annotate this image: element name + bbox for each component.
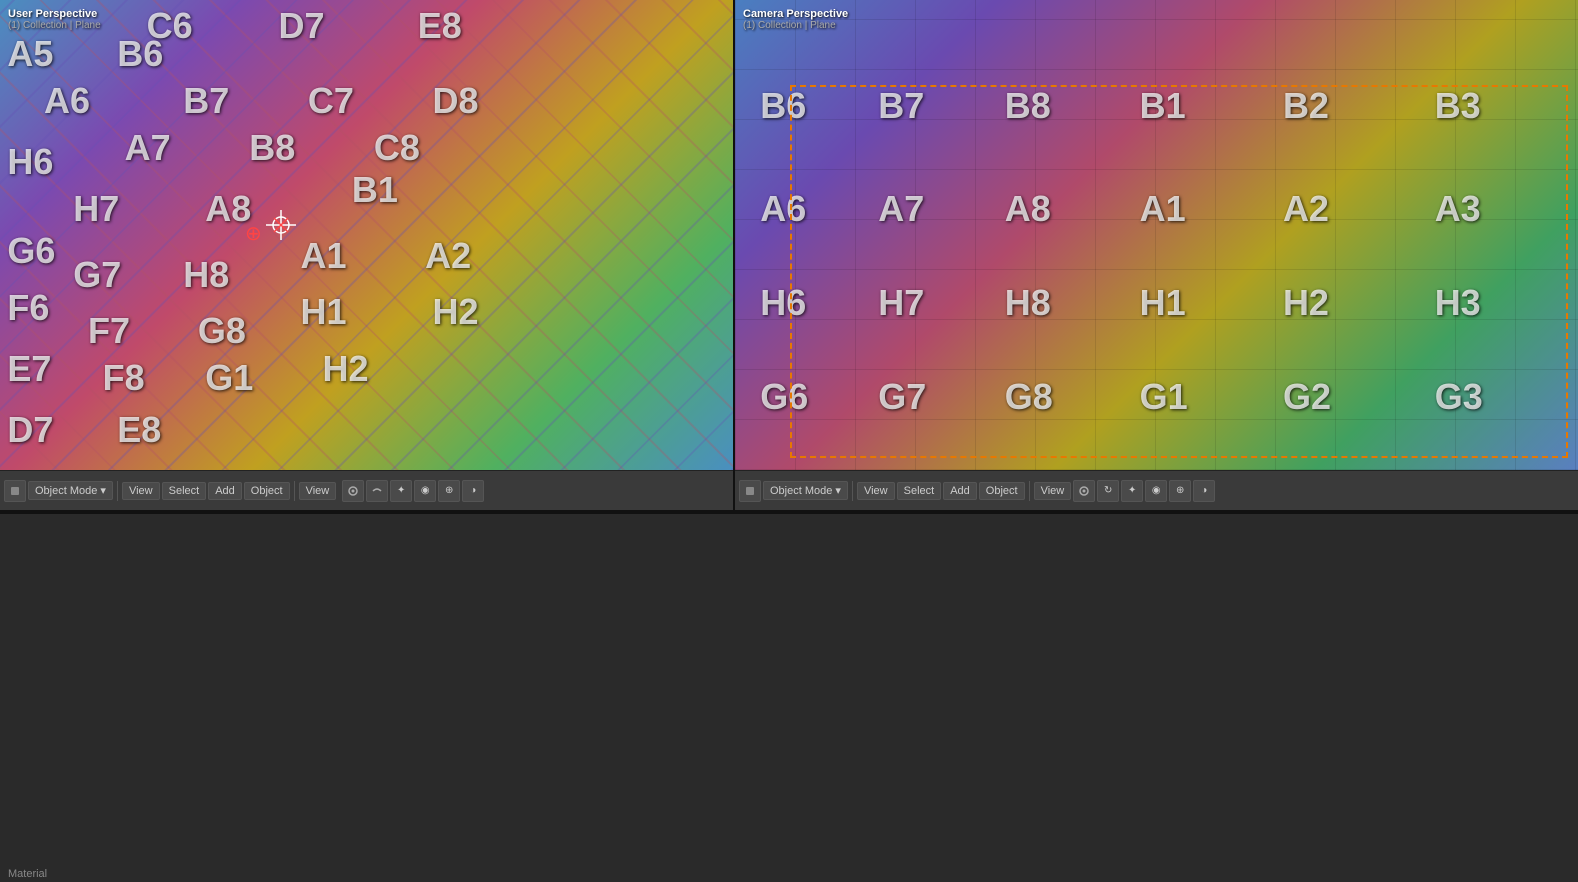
mode-label: Object Mode [35, 485, 97, 497]
add-btn-left[interactable]: Add [208, 482, 242, 500]
transform-icon[interactable]: ✦ [390, 480, 412, 502]
node-editor-footer: Material [8, 868, 47, 880]
camera-frame [790, 85, 1568, 458]
collection-label-r: (1) Collection | Plane [743, 20, 848, 31]
snap-icon[interactable] [342, 480, 364, 502]
viewport-left-bg [0, 0, 733, 470]
pivot-icon-r[interactable]: ◉ [1145, 480, 1167, 502]
object-btn-left[interactable]: Object [244, 482, 290, 500]
shading-icon-r[interactable]: ◑ [1193, 480, 1215, 502]
perspective-label: User Perspective [8, 8, 97, 20]
view-btn-left[interactable]: View [122, 482, 160, 500]
sep2 [294, 481, 295, 501]
add-btn-right[interactable]: Add [943, 482, 977, 500]
transform-icon-r[interactable]: ✦ [1121, 480, 1143, 502]
toolbar-left: Object Mode ▾ View Select Add Object Vie… [0, 470, 733, 510]
sep-r1 [852, 481, 853, 501]
perspective-label-r: Camera Perspective [743, 8, 848, 20]
mode-icon-r[interactable] [739, 480, 761, 502]
select-btn-left[interactable]: Select [162, 482, 207, 500]
object-btn-right[interactable]: Object [979, 482, 1025, 500]
viewport-right[interactable]: B6 B7 B8 B1 B2 B3 A6 A7 A8 A1 A2 A3 H6 H… [735, 0, 1578, 510]
rotate-icon-r[interactable]: ↻ [1097, 480, 1119, 502]
sep1 [117, 481, 118, 501]
mode-icon[interactable] [4, 480, 26, 502]
view-btn2-left[interactable]: View [299, 482, 337, 500]
sep-r2 [1029, 481, 1030, 501]
viewport-left-label: User Perspective (1) Collection | Plane [8, 8, 101, 31]
object-mode-dropdown[interactable]: Object Mode ▾ [28, 481, 113, 500]
shading-icon[interactable]: ◑ [462, 480, 484, 502]
footer-material-label: Material [8, 868, 47, 880]
viewport-area: C6 D7 E8 A5 B6 A6 B7 C7 D8 H6 A7 B8 C8 H… [0, 0, 1578, 510]
rotate-icon[interactable] [366, 480, 388, 502]
object-mode-dropdown-r[interactable]: Object Mode ▾ [763, 481, 848, 500]
snap-icon-r[interactable] [1073, 480, 1095, 502]
viewport-right-label: Camera Perspective (1) Collection | Plan… [743, 8, 848, 31]
3d-cursor [245, 210, 296, 246]
select-btn-right[interactable]: Select [897, 482, 942, 500]
collection-label: (1) Collection | Plane [8, 20, 101, 31]
overlays-icon[interactable]: ⊕ [438, 480, 460, 502]
node-editor[interactable]: ▼ Texture Coordinate Object Object Camer… [0, 514, 1578, 882]
viewport-left[interactable]: C6 D7 E8 A5 B6 A6 B7 C7 D8 H6 A7 B8 C8 H… [0, 0, 735, 510]
view-btn-right[interactable]: View [857, 482, 895, 500]
view-btn2-right[interactable]: View [1034, 482, 1072, 500]
pivot-icon[interactable]: ◉ [414, 480, 436, 502]
overlays-icon-r[interactable]: ⊕ [1169, 480, 1191, 502]
node-connections-svg [0, 514, 1578, 882]
toolbar-right: Object Mode ▾ View Select Add Object Vie… [735, 470, 1578, 510]
